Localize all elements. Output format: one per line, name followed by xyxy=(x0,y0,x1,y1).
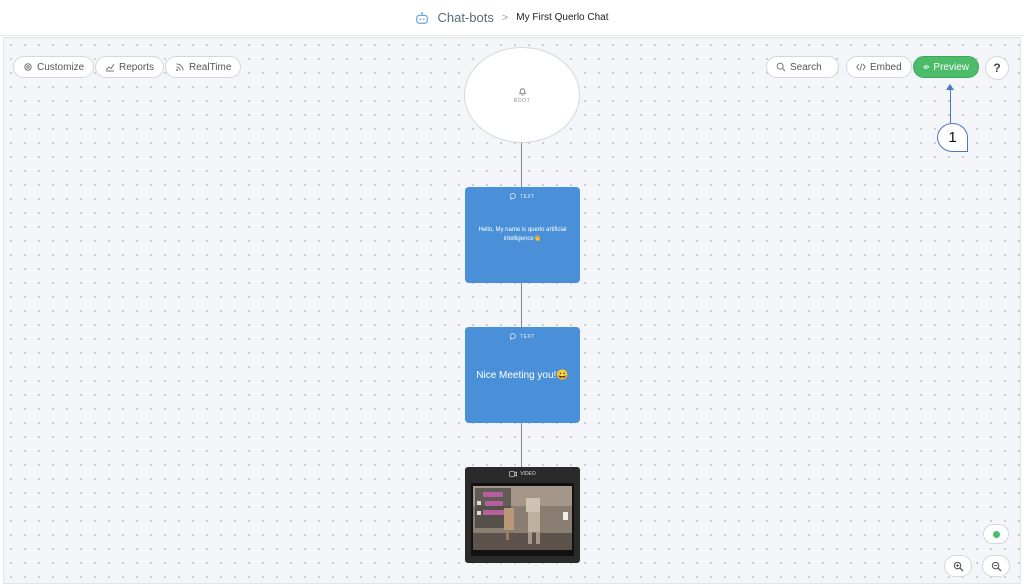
connector-line xyxy=(521,283,522,328)
text-node[interactable]: TEXT Hello, My name is querlo artificial… xyxy=(465,187,580,283)
chart-icon xyxy=(105,63,115,72)
annotation-arrow-line xyxy=(950,86,951,123)
annotation-callout: 1 xyxy=(937,123,968,152)
embed-label: Embed xyxy=(870,61,902,73)
help-label: ? xyxy=(993,61,1001,75)
status-toggle[interactable] xyxy=(983,524,1009,544)
customize-button[interactable]: Customize xyxy=(13,56,95,78)
realtime-button[interactable]: RealTime xyxy=(165,56,242,78)
top-bar: Chat-bots > My First Querlo Chat xyxy=(0,0,1024,36)
breadcrumb-current: My First Querlo Chat xyxy=(516,12,609,23)
zoom-out-icon xyxy=(991,561,1002,572)
connector-line xyxy=(521,143,522,188)
gear-icon xyxy=(24,63,32,71)
chatbot-icon xyxy=(416,11,429,24)
preview-button[interactable]: Preview xyxy=(913,56,979,78)
text-node[interactable]: TEXT Nice Meeting you!😀 xyxy=(465,327,580,423)
reports-label: Reports xyxy=(119,61,155,73)
search-button[interactable]: Search xyxy=(766,56,839,78)
reports-button[interactable]: Reports xyxy=(95,56,165,78)
rss-icon xyxy=(176,63,184,71)
bell-icon xyxy=(518,87,526,96)
zoom-out-button[interactable] xyxy=(982,555,1010,577)
node-message: Hello, My name is querlo artificial inte… xyxy=(478,227,567,242)
video-node[interactable]: VIDEO xyxy=(465,467,580,563)
video-camera-icon xyxy=(509,471,518,477)
customize-label: Customize xyxy=(37,61,85,73)
zoom-in-icon xyxy=(953,561,964,572)
status-dot xyxy=(992,530,1000,538)
connector-line xyxy=(521,423,522,468)
node-message: Nice Meeting you!😀 xyxy=(476,369,569,381)
search-label: Search xyxy=(790,61,822,73)
video-thumbnail xyxy=(471,483,574,556)
realtime-label: RealTime xyxy=(189,61,232,73)
eye-icon xyxy=(923,65,930,69)
code-icon xyxy=(856,63,866,71)
embed-button[interactable]: Embed xyxy=(846,56,912,78)
breadcrumb-chatbots-link[interactable]: Chat-bots xyxy=(437,10,493,25)
node-type: VIDEO xyxy=(465,471,580,477)
breadcrumb-separator: > xyxy=(501,11,509,24)
help-button[interactable]: ? xyxy=(985,56,1009,80)
video-preview-image xyxy=(471,483,574,556)
search-icon xyxy=(776,62,786,72)
zoom-in-button[interactable] xyxy=(944,555,972,577)
preview-label: Preview xyxy=(933,61,969,73)
root-node[interactable]: ROOT xyxy=(464,47,580,143)
root-label: ROOT xyxy=(513,97,531,104)
node-type-label: VIDEO xyxy=(520,471,536,477)
